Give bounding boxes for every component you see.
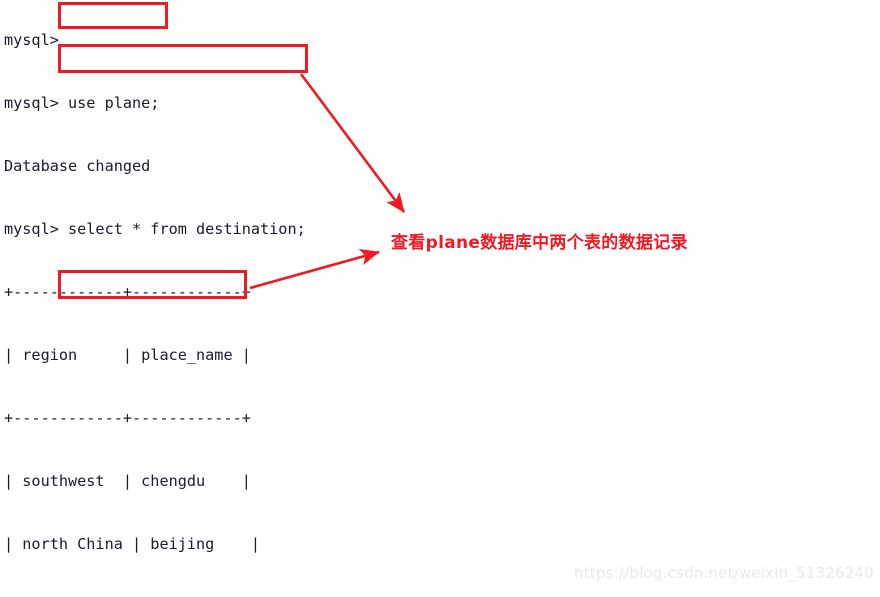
terminal-line-partial-top: mysql> [4,31,59,49]
annotation-label: 查看plane数据库中两个表的数据记录 [391,233,688,253]
watermark-text: https://blog.csdn.net/weixin_51326240 [574,564,874,582]
terminal-screenshot: mysql> mysql> use plane; Database change… [0,0,880,597]
terminal-line-dest-row-1: | southwest | chengdu | [4,472,251,490]
terminal-output[interactable]: mysql> mysql> use plane; Database change… [4,0,564,597]
terminal-line-db-changed: Database changed [4,157,151,175]
terminal-line-dest-header: | region | place_name | [4,346,251,364]
terminal-line-dest-row-2: | north China | beijing | [4,535,261,553]
terminal-line-dest-sep-mid: +------------+------------+ [4,409,251,427]
terminal-line-cmd-use-plane: mysql> use plane; [4,94,160,112]
terminal-line-dest-sep-top: +------------+------------+ [4,283,251,301]
